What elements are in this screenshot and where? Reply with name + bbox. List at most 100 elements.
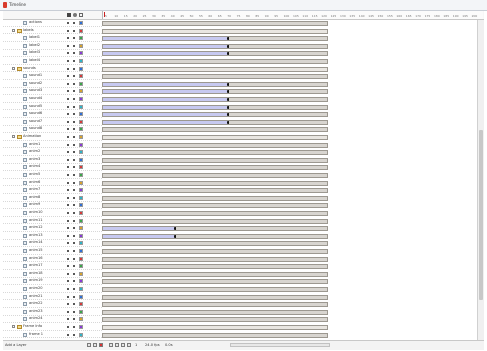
layer-row[interactable]: anim21 xyxy=(3,294,102,301)
playhead[interactable] xyxy=(104,12,105,17)
lock-dot-icon[interactable] xyxy=(73,288,75,290)
outline-color-icon[interactable] xyxy=(79,287,83,291)
layer-name[interactable]: anim15 xyxy=(29,248,43,252)
outline-color-icon[interactable] xyxy=(79,264,83,269)
frame-track[interactable] xyxy=(102,150,328,156)
layer-row[interactable]: anim24 xyxy=(3,316,102,324)
visibility-dot-icon[interactable] xyxy=(67,219,69,222)
layer-row[interactable]: label3 xyxy=(3,50,102,58)
frame-span[interactable] xyxy=(103,52,230,56)
frame-track[interactable] xyxy=(102,332,328,338)
frame-track[interactable] xyxy=(102,74,328,80)
outline-color-icon[interactable] xyxy=(79,127,83,132)
layer-row[interactable]: anim12 xyxy=(3,225,102,233)
lock-dot-icon[interactable] xyxy=(73,196,75,199)
layer-name[interactable]: sound3 xyxy=(29,88,42,92)
layer-row[interactable]: anim2 xyxy=(3,149,102,157)
frame-track[interactable] xyxy=(102,28,328,34)
layer-name[interactable]: anim21 xyxy=(29,294,43,298)
visibility-dot-icon[interactable] xyxy=(67,272,69,275)
layer-name[interactable]: labels xyxy=(23,28,34,32)
frame-span[interactable] xyxy=(103,37,230,41)
outline-color-icon[interactable] xyxy=(79,28,83,33)
outline-color-icon[interactable] xyxy=(79,325,83,329)
layer-row[interactable]: label2 xyxy=(3,43,102,50)
layer-name[interactable]: anim14 xyxy=(29,240,43,244)
frame-span[interactable] xyxy=(103,105,230,109)
visibility-dot-icon[interactable] xyxy=(67,143,69,146)
lock-dot-icon[interactable] xyxy=(73,212,75,214)
outline-color-icon[interactable] xyxy=(79,89,83,94)
layer-row[interactable]: anim16 xyxy=(3,256,102,263)
outline-color-icon[interactable] xyxy=(79,66,83,71)
frame-track[interactable] xyxy=(102,165,328,171)
lock-dot-icon[interactable] xyxy=(73,234,75,237)
layer-name[interactable]: anim16 xyxy=(29,256,43,260)
add-layer-label[interactable]: Add a Layer xyxy=(5,343,26,347)
lock-dot-icon[interactable] xyxy=(73,105,75,108)
frame-track[interactable] xyxy=(102,21,328,26)
layer-row[interactable]: anim8 xyxy=(3,195,102,202)
visibility-dot-icon[interactable] xyxy=(67,29,69,32)
outline-color-icon[interactable] xyxy=(79,59,83,63)
frame-track[interactable] xyxy=(102,203,328,209)
layer-name[interactable]: sound1 xyxy=(29,73,42,77)
lock-dot-icon[interactable] xyxy=(73,143,75,146)
visibility-dot-icon[interactable] xyxy=(67,22,69,24)
outline-color-icon[interactable] xyxy=(79,279,83,284)
layer-name[interactable]: Frame Info xyxy=(23,324,42,328)
frame-track[interactable] xyxy=(102,241,328,247)
outline-color-icon[interactable] xyxy=(79,104,83,109)
layer-name[interactable]: anim24 xyxy=(29,316,43,320)
frame-track[interactable] xyxy=(102,180,328,186)
visibility-dot-icon[interactable] xyxy=(67,303,69,306)
lock-dot-icon[interactable] xyxy=(73,29,75,32)
lock-dot-icon[interactable] xyxy=(73,52,75,55)
visibility-dot-icon[interactable] xyxy=(67,120,69,123)
lock-dot-icon[interactable] xyxy=(73,113,75,116)
frame-track[interactable] xyxy=(102,104,328,110)
lock-dot-icon[interactable] xyxy=(73,265,75,268)
layer-name[interactable]: anim17 xyxy=(29,263,43,267)
layer-row[interactable]: actions xyxy=(3,20,102,27)
outline-color-icon[interactable] xyxy=(79,233,83,238)
visibility-dot-icon[interactable] xyxy=(67,75,69,78)
frame-track[interactable] xyxy=(102,195,328,201)
layer-name[interactable]: anim8 xyxy=(29,195,40,199)
layer-name[interactable]: sound7 xyxy=(29,119,42,123)
visibility-dot-icon[interactable] xyxy=(67,52,69,55)
outline-color-icon[interactable] xyxy=(79,309,83,314)
outline-color-icon[interactable] xyxy=(79,188,83,193)
frame-track[interactable] xyxy=(102,157,328,163)
frame-track[interactable] xyxy=(102,302,328,308)
visibility-dot-icon[interactable] xyxy=(67,128,69,131)
edit-multiple-icon[interactable] xyxy=(127,343,131,347)
frame-track[interactable] xyxy=(102,233,328,239)
lock-dot-icon[interactable] xyxy=(73,204,75,207)
frame-track[interactable] xyxy=(102,218,328,224)
frame-track[interactable] xyxy=(102,135,328,140)
lock-dot-icon[interactable] xyxy=(73,158,75,161)
lock-dot-icon[interactable] xyxy=(73,60,75,62)
visibility-dot-icon[interactable] xyxy=(67,318,69,321)
visibility-dot-icon[interactable] xyxy=(67,333,69,336)
outline-color-icon[interactable] xyxy=(79,294,83,299)
visibility-dot-icon[interactable] xyxy=(67,60,69,62)
layer-row[interactable]: sound4 xyxy=(3,96,102,103)
keyframe-icon[interactable] xyxy=(173,227,176,231)
outline-color-icon[interactable] xyxy=(79,51,83,56)
center-frame-icon[interactable] xyxy=(109,343,113,347)
visibility-dot-icon[interactable] xyxy=(67,288,69,290)
frame-span[interactable] xyxy=(103,227,176,231)
visibility-dot-icon[interactable] xyxy=(67,250,69,252)
lock-dot-icon[interactable] xyxy=(73,82,75,85)
outline-color-icon[interactable] xyxy=(79,271,83,276)
layer-name[interactable]: anim5 xyxy=(29,172,40,176)
frame-track[interactable] xyxy=(102,66,328,72)
layer-row[interactable]: sound2 xyxy=(3,81,102,88)
lock-all-icon[interactable] xyxy=(73,13,77,17)
vertical-scrollbar[interactable] xyxy=(477,20,484,340)
layer-row[interactable]: anim19 xyxy=(3,278,102,286)
lock-dot-icon[interactable] xyxy=(73,136,75,138)
layer-name[interactable]: anim23 xyxy=(29,309,43,313)
